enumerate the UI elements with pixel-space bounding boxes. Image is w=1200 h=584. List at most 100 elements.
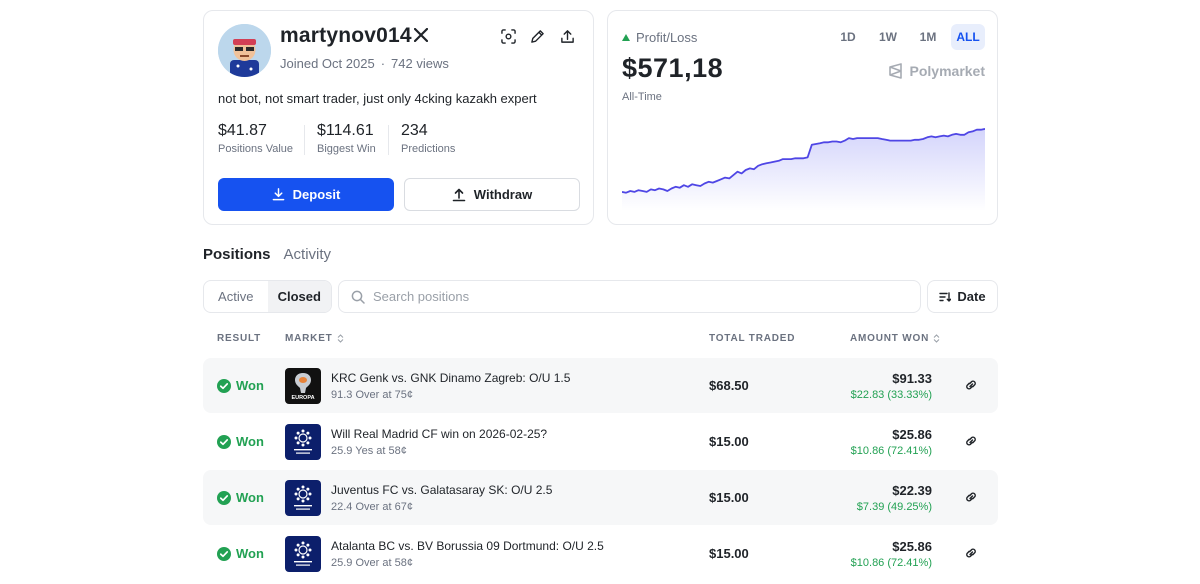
stat-value: $114.61 [317, 122, 374, 139]
header-amount-won[interactable]: AMOUNT WON [850, 333, 940, 344]
share-icon[interactable] [560, 29, 575, 44]
x-logo-icon[interactable] [414, 28, 428, 42]
stat-value: $41.87 [218, 122, 267, 139]
result-cell: Won [217, 378, 264, 393]
stat-positions-value: $41.87 Positions Value [218, 122, 293, 155]
pnl-chart [622, 128, 985, 211]
amount-won-pnl: $22.83 (33.33%) [850, 389, 932, 401]
range-tabs: 1D 1W 1M ALL [831, 24, 985, 50]
market-subtitle: 25.9 Yes at 58¢ [331, 445, 407, 457]
champions-league-logo[interactable] [285, 536, 321, 572]
result-label: Won [236, 378, 264, 393]
search-box [338, 280, 921, 313]
polymarket-brand: Polymarket [888, 63, 985, 79]
triangle-up-icon [622, 34, 630, 41]
stat-label: Positions Value [218, 143, 294, 155]
check-circle-icon [217, 490, 231, 505]
total-traded: $68.50 [709, 378, 749, 393]
stat-label: Biggest Win [317, 143, 376, 155]
range-tab-all[interactable]: ALL [951, 24, 985, 50]
withdraw-button[interactable]: Withdraw [404, 178, 580, 211]
profit-loss-card: Profit/Loss 1D 1W 1M ALL $571,18 Polymar… [607, 10, 998, 225]
tab-positions[interactable]: Positions [203, 246, 271, 263]
table-row[interactable]: Won Will Real Madrid CF win on 2026-02-2… [203, 414, 998, 469]
tab-activity[interactable]: Activity [284, 246, 332, 263]
stat-divider [388, 125, 389, 155]
market-title[interactable]: Juventus FC vs. Galatasaray SK: O/U 2.5 [331, 483, 552, 497]
amount-won-pnl: $10.86 (72.41%) [850, 557, 932, 569]
range-tab-1m[interactable]: 1M [911, 24, 945, 50]
link-icon[interactable] [964, 434, 978, 448]
date-sort-label: Date [957, 289, 986, 304]
svg-text:EUROPA: EUROPA [291, 395, 314, 401]
result-cell: Won [217, 434, 264, 449]
date-sort-button[interactable]: Date [927, 280, 998, 313]
champions-league-logo[interactable] [285, 424, 321, 460]
polymarket-brand-text: Polymarket [909, 63, 985, 79]
market-subtitle: 91.3 Over at 75¢ [331, 389, 413, 401]
amount-won: $22.39 [892, 483, 932, 498]
view-count: 742 views [391, 56, 449, 71]
withdraw-label: Withdraw [473, 187, 533, 202]
section-tabs: Positions Activity [203, 246, 331, 263]
upload-icon [452, 188, 466, 201]
joined-date: Joined Oct 2025 [280, 56, 375, 71]
pencil-icon[interactable] [530, 29, 545, 44]
download-icon [272, 188, 285, 201]
market-title[interactable]: Will Real Madrid CF win on 2026-02-25? [331, 427, 547, 441]
header-amount-won-text: AMOUNT WON [850, 333, 930, 344]
pnl-label-text: Profit/Loss [636, 30, 698, 45]
sort-arrows-icon [933, 334, 940, 343]
username: martynov014 [280, 24, 412, 47]
result-label: Won [236, 434, 264, 449]
amount-won-pnl: $10.86 (72.41%) [850, 445, 932, 457]
polymarket-logo-icon [888, 63, 902, 79]
search-icon [351, 290, 365, 304]
result-cell: Won [217, 490, 264, 505]
sort-arrows-icon [337, 334, 343, 343]
amount-won: $25.86 [892, 539, 932, 554]
stat-predictions: 234 Predictions [401, 122, 455, 155]
segment-active[interactable]: Active [204, 281, 268, 312]
total-traded: $15.00 [709, 490, 749, 505]
header-result-text: RESULT [217, 333, 262, 344]
search-input[interactable] [373, 289, 893, 304]
champions-league-logo[interactable] [285, 480, 321, 516]
check-circle-icon [217, 434, 231, 449]
market-title[interactable]: Atalanta BC vs. BV Borussia 09 Dortmund:… [331, 539, 604, 553]
link-icon[interactable] [964, 546, 978, 560]
avatar-image [218, 24, 271, 77]
link-icon[interactable] [964, 378, 978, 392]
avatar[interactable] [218, 24, 271, 77]
table-row[interactable]: Won EUROPA KRC Genk vs. GNK Dinamo Zagre… [203, 358, 998, 413]
market-subtitle: 22.4 Over at 67¢ [331, 501, 413, 513]
segment-closed[interactable]: Closed [267, 281, 331, 312]
link-icon[interactable] [964, 490, 978, 504]
result-cell: Won [217, 546, 264, 561]
deposit-button[interactable]: Deposit [218, 178, 394, 211]
pnl-area [622, 128, 985, 211]
total-traded: $15.00 [709, 434, 749, 449]
range-tab-1w[interactable]: 1W [871, 24, 905, 50]
table-row[interactable]: Won Atalanta BC vs. BV Borussia 09 Dortm… [203, 526, 998, 581]
scan-icon[interactable] [501, 29, 516, 44]
stat-value: 234 [401, 122, 428, 139]
range-tab-1d[interactable]: 1D [831, 24, 865, 50]
deposit-label: Deposit [292, 187, 341, 202]
result-label: Won [236, 546, 264, 561]
meta-separator: · [380, 56, 386, 71]
sort-icon [939, 291, 952, 302]
market-title[interactable]: KRC Genk vs. GNK Dinamo Zagreb: O/U 1.5 [331, 371, 570, 385]
stat-label: Predictions [401, 143, 456, 155]
check-circle-icon [217, 546, 231, 561]
amount-won: $91.33 [892, 371, 932, 386]
europa-league-logo[interactable]: EUROPA [285, 368, 321, 404]
amount-won: $25.86 [892, 427, 932, 442]
profile-meta: Joined Oct 2025 · 742 views [280, 56, 449, 71]
header-result: RESULT [217, 333, 261, 344]
profile-card: martynov014 Joined Oct 2025 · 742 views … [203, 10, 594, 225]
header-market[interactable]: MARKET [285, 333, 344, 344]
table-row[interactable]: Won Juventus FC vs. Galatasaray SK: O/U … [203, 470, 998, 525]
header-market-text: MARKET [285, 333, 333, 344]
market-subtitle: 25.9 Over at 58¢ [331, 557, 413, 569]
